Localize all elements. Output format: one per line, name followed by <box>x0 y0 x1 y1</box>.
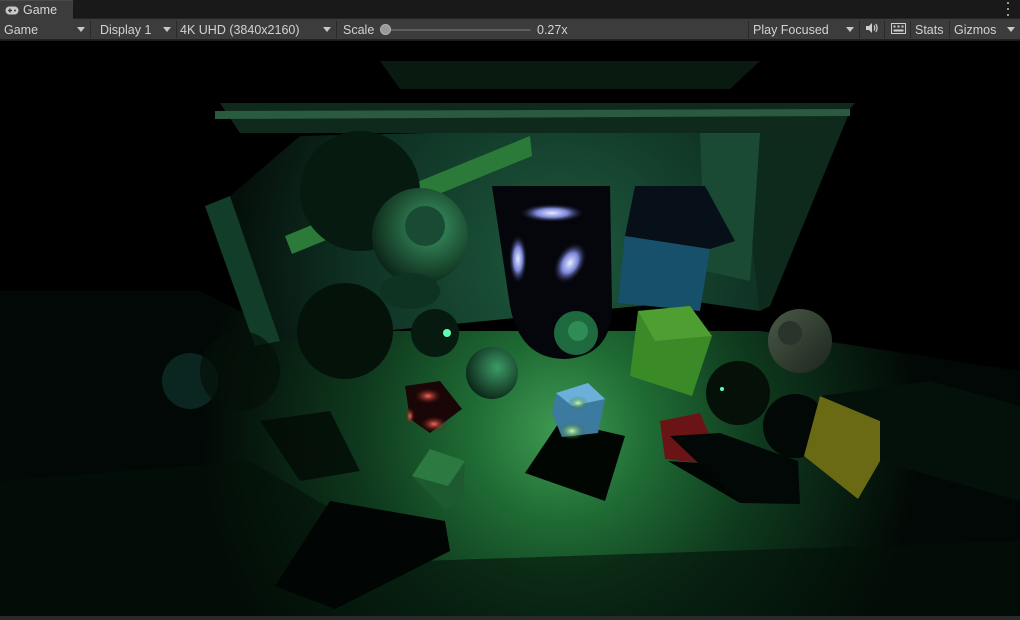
keyboard-icon <box>890 22 906 37</box>
rendered-scene <box>0 41 1020 616</box>
play-mode-label: Play Focused <box>753 22 829 37</box>
mode-dropdown-label: Game <box>4 22 39 37</box>
game-tab[interactable]: Game <box>0 0 73 19</box>
tab-strip: Game <box>0 0 1020 19</box>
gizmos-dropdown-label: Gizmos <box>954 22 997 37</box>
gizmos-dropdown[interactable]: Gizmos <box>950 19 1020 40</box>
panel-bottom-border <box>0 616 1020 620</box>
play-mode-dropdown[interactable]: Play Focused <box>749 19 859 40</box>
game-viewport[interactable] <box>0 41 1020 616</box>
scale-slider-handle[interactable] <box>380 24 391 35</box>
chevron-down-icon <box>323 27 331 32</box>
toolbar-divider <box>910 21 911 38</box>
chevron-down-icon <box>1007 27 1015 32</box>
chevron-down-icon <box>846 27 854 32</box>
audio-icon <box>865 22 879 37</box>
chevron-down-icon <box>77 27 85 32</box>
toolbar-divider <box>336 21 337 38</box>
audio-toggle-button[interactable] <box>861 19 883 40</box>
display-dropdown-label: Display 1 <box>100 22 152 37</box>
mode-dropdown[interactable]: Game <box>0 19 90 40</box>
game-view-toolbar: Game Display 1 4K UHD (3840x2160) Scale … <box>0 19 1020 40</box>
scale-value: 0.27x <box>537 22 568 37</box>
resolution-dropdown[interactable]: 4K UHD (3840x2160) <box>176 19 336 40</box>
more-options-icon[interactable] <box>1006 2 1010 16</box>
stats-button[interactable]: Stats <box>915 19 944 40</box>
toolbar-divider <box>859 21 860 38</box>
toolbar-divider <box>884 21 885 38</box>
game-tab-label: Game <box>23 3 58 17</box>
chevron-down-icon <box>163 27 171 32</box>
display-dropdown[interactable]: Display 1 <box>96 19 176 40</box>
scale-slider-track[interactable] <box>386 29 531 31</box>
resolution-dropdown-label: 4K UHD (3840x2160) <box>180 22 300 37</box>
toolbar-divider <box>90 21 91 38</box>
scale-label: Scale <box>343 22 375 37</box>
keyboard-button[interactable] <box>887 19 909 40</box>
gamepad-icon <box>5 6 19 15</box>
